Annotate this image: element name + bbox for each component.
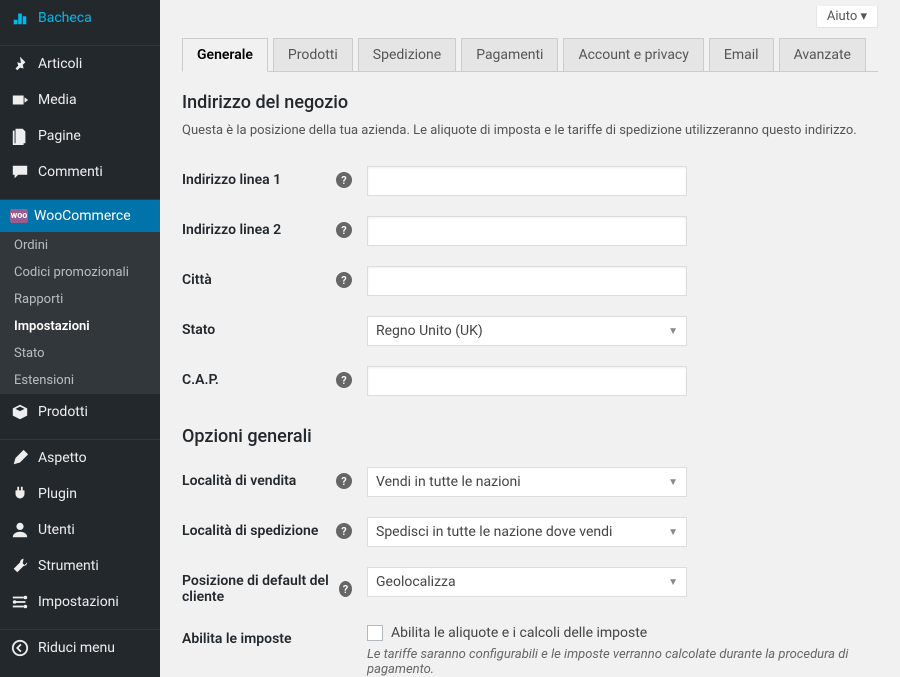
help-icon[interactable]: ? (336, 372, 352, 388)
submenu-stato[interactable]: Stato (0, 340, 160, 367)
pages-icon (10, 126, 30, 146)
woo-icon: woo (10, 209, 28, 223)
plugin-icon (10, 484, 30, 504)
tab-pagamenti[interactable]: Pagamenti (461, 38, 558, 72)
tab-email[interactable]: Email (709, 38, 774, 72)
sidebar-item-utenti[interactable]: Utenti (0, 512, 160, 548)
products-icon (10, 402, 30, 422)
sidebar-item-label: Commenti (38, 164, 103, 180)
ship-loc-label: Località di spedizione? (182, 517, 367, 539)
settings-icon (10, 592, 30, 612)
sidebar-item-commenti[interactable]: Commenti (0, 154, 160, 190)
city-input[interactable] (367, 266, 687, 296)
woocommerce-submenu: Ordini Codici promozionali Rapporti Impo… (0, 232, 160, 394)
postal-input[interactable] (367, 366, 687, 396)
settings-tabs: Generale Prodotti Spedizione Pagamenti A… (182, 38, 878, 72)
addr1-input[interactable] (367, 166, 687, 196)
sidebar-item-articoli[interactable]: Articoli (0, 46, 160, 82)
sidebar-item-label: Articoli (38, 56, 82, 72)
sidebar-item-label: Impostazioni (38, 594, 119, 610)
sidebar-item-aspetto[interactable]: Aspetto (0, 440, 160, 476)
media-icon (10, 90, 30, 110)
collapse-icon (10, 638, 30, 658)
store-address-desc: Questa è la posizione della tua azienda.… (182, 123, 878, 138)
postal-label: C.A.P.? (182, 366, 367, 388)
sidebar-item-media[interactable]: Media (0, 82, 160, 118)
sidebar-item-prodotti[interactable]: Prodotti (0, 394, 160, 430)
comments-icon (10, 162, 30, 182)
main-content: Aiuto ▾ Generale Prodotti Spedizione Pag… (160, 0, 900, 677)
city-label: Città? (182, 266, 367, 288)
tab-generale[interactable]: Generale (182, 38, 268, 72)
help-icon[interactable]: ? (336, 473, 352, 489)
submenu-estensioni[interactable]: Estensioni (0, 367, 160, 394)
tools-icon (10, 556, 30, 576)
sidebar-item-label: Aspetto (38, 450, 87, 466)
help-icon[interactable]: ? (336, 222, 352, 238)
store-address-heading: Indirizzo del negozio (182, 92, 878, 113)
tab-prodotti[interactable]: Prodotti (273, 38, 353, 72)
enable-tax-checkbox[interactable] (367, 625, 383, 641)
help-tab[interactable]: Aiuto ▾ (816, 6, 878, 28)
enable-tax-note: Le tariffe saranno configurabili e le im… (367, 647, 878, 677)
submenu-impostazioni[interactable]: Impostazioni (0, 313, 160, 340)
tab-account[interactable]: Account e privacy (563, 38, 703, 72)
addr2-input[interactable] (367, 216, 687, 246)
tab-avanzate[interactable]: Avanzate (779, 38, 866, 72)
addr2-label: Indirizzo linea 2? (182, 216, 367, 238)
tab-spedizione[interactable]: Spedizione (358, 38, 456, 72)
sidebar-item-impostazioni[interactable]: Impostazioni (0, 584, 160, 620)
sidebar-item-label: Media (38, 92, 77, 108)
sidebar-item-label: Utenti (38, 522, 75, 538)
sidebar-item-label: Riduci menu (38, 640, 115, 656)
pin-icon (10, 54, 30, 74)
sidebar-item-woocommerce[interactable]: woo WooCommerce (0, 200, 160, 232)
help-icon[interactable]: ? (339, 581, 352, 597)
help-icon[interactable]: ? (336, 272, 352, 288)
sidebar-item-bacheca[interactable]: Bacheca (0, 0, 160, 36)
submenu-codici[interactable]: Codici promozionali (0, 259, 160, 286)
appearance-icon (10, 448, 30, 468)
admin-sidebar: Bacheca Articoli Media Pagine Commenti w… (0, 0, 160, 677)
enable-tax-cb-label: Abilita le aliquote e i calcoli delle im… (391, 625, 647, 641)
help-icon[interactable]: ? (336, 523, 352, 539)
sidebar-item-label: Plugin (38, 486, 77, 502)
help-icon[interactable]: ? (336, 172, 352, 188)
default-pos-select[interactable]: Geolocalizza (367, 567, 687, 597)
state-label: Stato (182, 316, 367, 338)
sidebar-item-plugin[interactable]: Plugin (0, 476, 160, 512)
users-icon (10, 520, 30, 540)
submenu-rapporti[interactable]: Rapporti (0, 286, 160, 313)
ship-loc-select[interactable]: Spedisci in tutte le nazione dove vendi (367, 517, 687, 547)
dashboard-icon (10, 8, 30, 28)
general-options-heading: Opzioni generali (182, 426, 878, 447)
state-select[interactable]: Regno Unito (UK) (367, 316, 687, 346)
default-pos-label: Posizione di default del cliente? (182, 567, 367, 605)
sidebar-item-strumenti[interactable]: Strumenti (0, 548, 160, 584)
sidebar-item-label: Prodotti (38, 404, 88, 420)
sidebar-item-collapse[interactable]: Riduci menu (0, 630, 160, 666)
enable-tax-label: Abilita le imposte (182, 625, 367, 647)
sell-loc-select[interactable]: Vendi in tutte le nazioni (367, 467, 687, 497)
sell-loc-label: Località di vendita? (182, 467, 367, 489)
sidebar-item-label: Bacheca (38, 10, 92, 26)
sidebar-item-label: Pagine (38, 128, 81, 144)
sidebar-item-label: WooCommerce (34, 208, 131, 224)
sidebar-item-label: Strumenti (38, 558, 99, 574)
sidebar-item-pagine[interactable]: Pagine (0, 118, 160, 154)
submenu-ordini[interactable]: Ordini (0, 232, 160, 259)
addr1-label: Indirizzo linea 1? (182, 166, 367, 188)
